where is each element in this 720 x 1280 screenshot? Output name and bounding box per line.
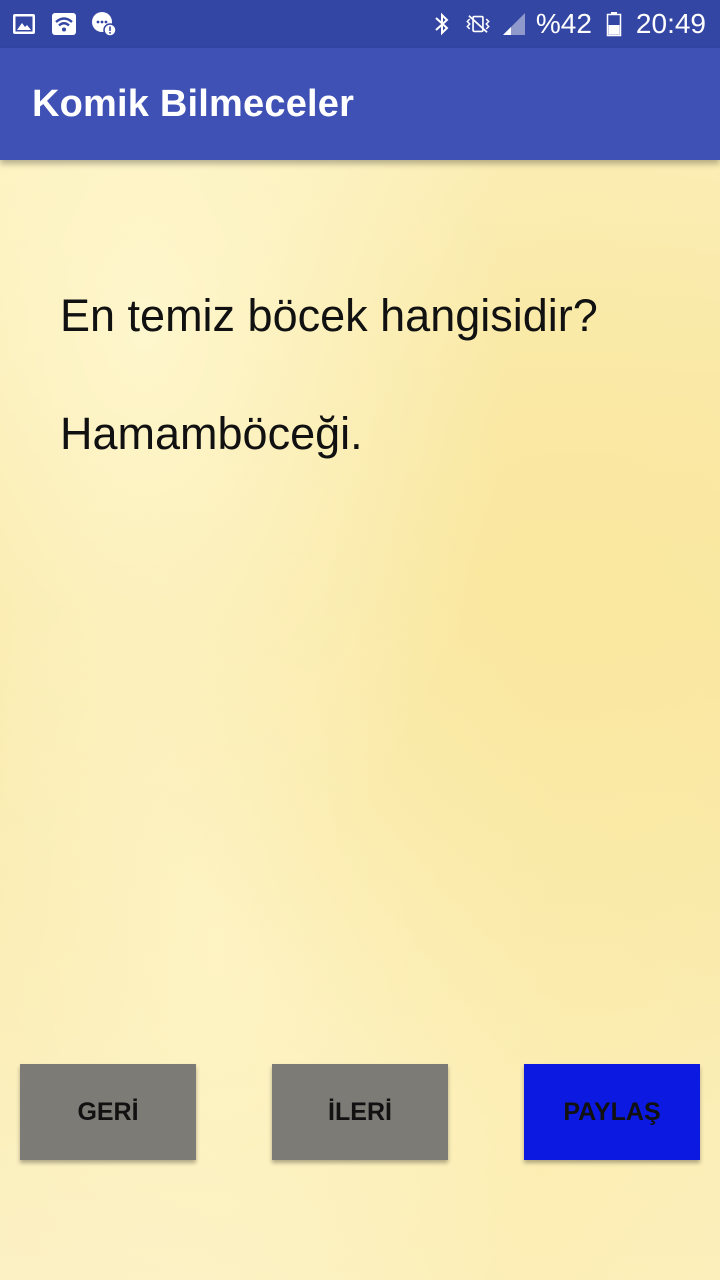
- gallery-icon: [10, 10, 38, 38]
- status-bar: %42 20:49: [0, 0, 720, 48]
- status-right-icons: %42 20:49: [428, 10, 706, 38]
- riddle-question: En temiz böcek hangisidir?: [60, 290, 598, 341]
- app-bar: Komik Bilmeceler: [0, 48, 720, 160]
- status-time: 20:49: [635, 8, 706, 39]
- share-button[interactable]: PAYLAŞ: [524, 1064, 700, 1160]
- next-button[interactable]: İLERİ: [272, 1064, 448, 1160]
- vibrate-icon: [464, 10, 492, 38]
- signal-icon: [500, 10, 528, 38]
- wifi-icon: [50, 10, 78, 38]
- back-button[interactable]: GERİ: [20, 1064, 196, 1160]
- bluetooth-icon: [428, 10, 456, 38]
- app-title: Komik Bilmeceler: [32, 82, 355, 125]
- status-left-icons: [10, 10, 118, 38]
- chat-alert-icon: [90, 10, 118, 38]
- riddle-answer: Hamamböceği.: [60, 408, 363, 459]
- battery-icon: [600, 10, 628, 38]
- battery-percent: %42: [535, 8, 592, 39]
- riddle-content: En temiz böcek hangisidir? Hamamböceği. …: [0, 160, 720, 1280]
